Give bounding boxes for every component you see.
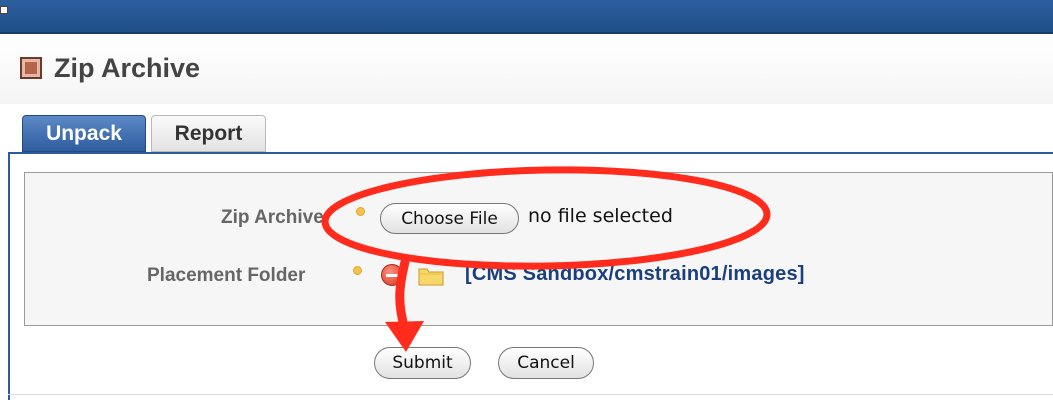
bottom-divider: [8, 394, 1053, 395]
remove-icon[interactable]: [381, 264, 403, 286]
choose-file-button[interactable]: Choose File: [380, 203, 519, 234]
form-fieldset: [24, 172, 1053, 326]
archive-icon: [20, 57, 42, 79]
placement-folder-link[interactable]: [CMS Sandbox/cmstrain01/images]: [465, 263, 805, 286]
corner-marker: [0, 6, 8, 14]
file-status-text: no file selected: [528, 205, 673, 227]
tab-report-label: Report: [174, 121, 243, 145]
submit-button[interactable]: Submit: [374, 347, 471, 379]
page-title: Zip Archive: [54, 52, 201, 83]
required-marker-zip: [357, 208, 364, 215]
cancel-button[interactable]: Cancel: [498, 347, 594, 379]
top-bar: [0, 0, 1053, 34]
placement-folder-label: Placement Folder: [147, 265, 306, 286]
page-header: Zip Archive: [20, 52, 200, 84]
zip-archive-label: Zip Archive: [221, 207, 324, 228]
tab-report[interactable]: Report: [151, 115, 266, 152]
tab-unpack-label: Unpack: [46, 121, 122, 145]
folder-icon[interactable]: [418, 265, 444, 286]
tab-unpack[interactable]: Unpack: [22, 115, 146, 152]
required-marker-folder: [354, 267, 361, 274]
